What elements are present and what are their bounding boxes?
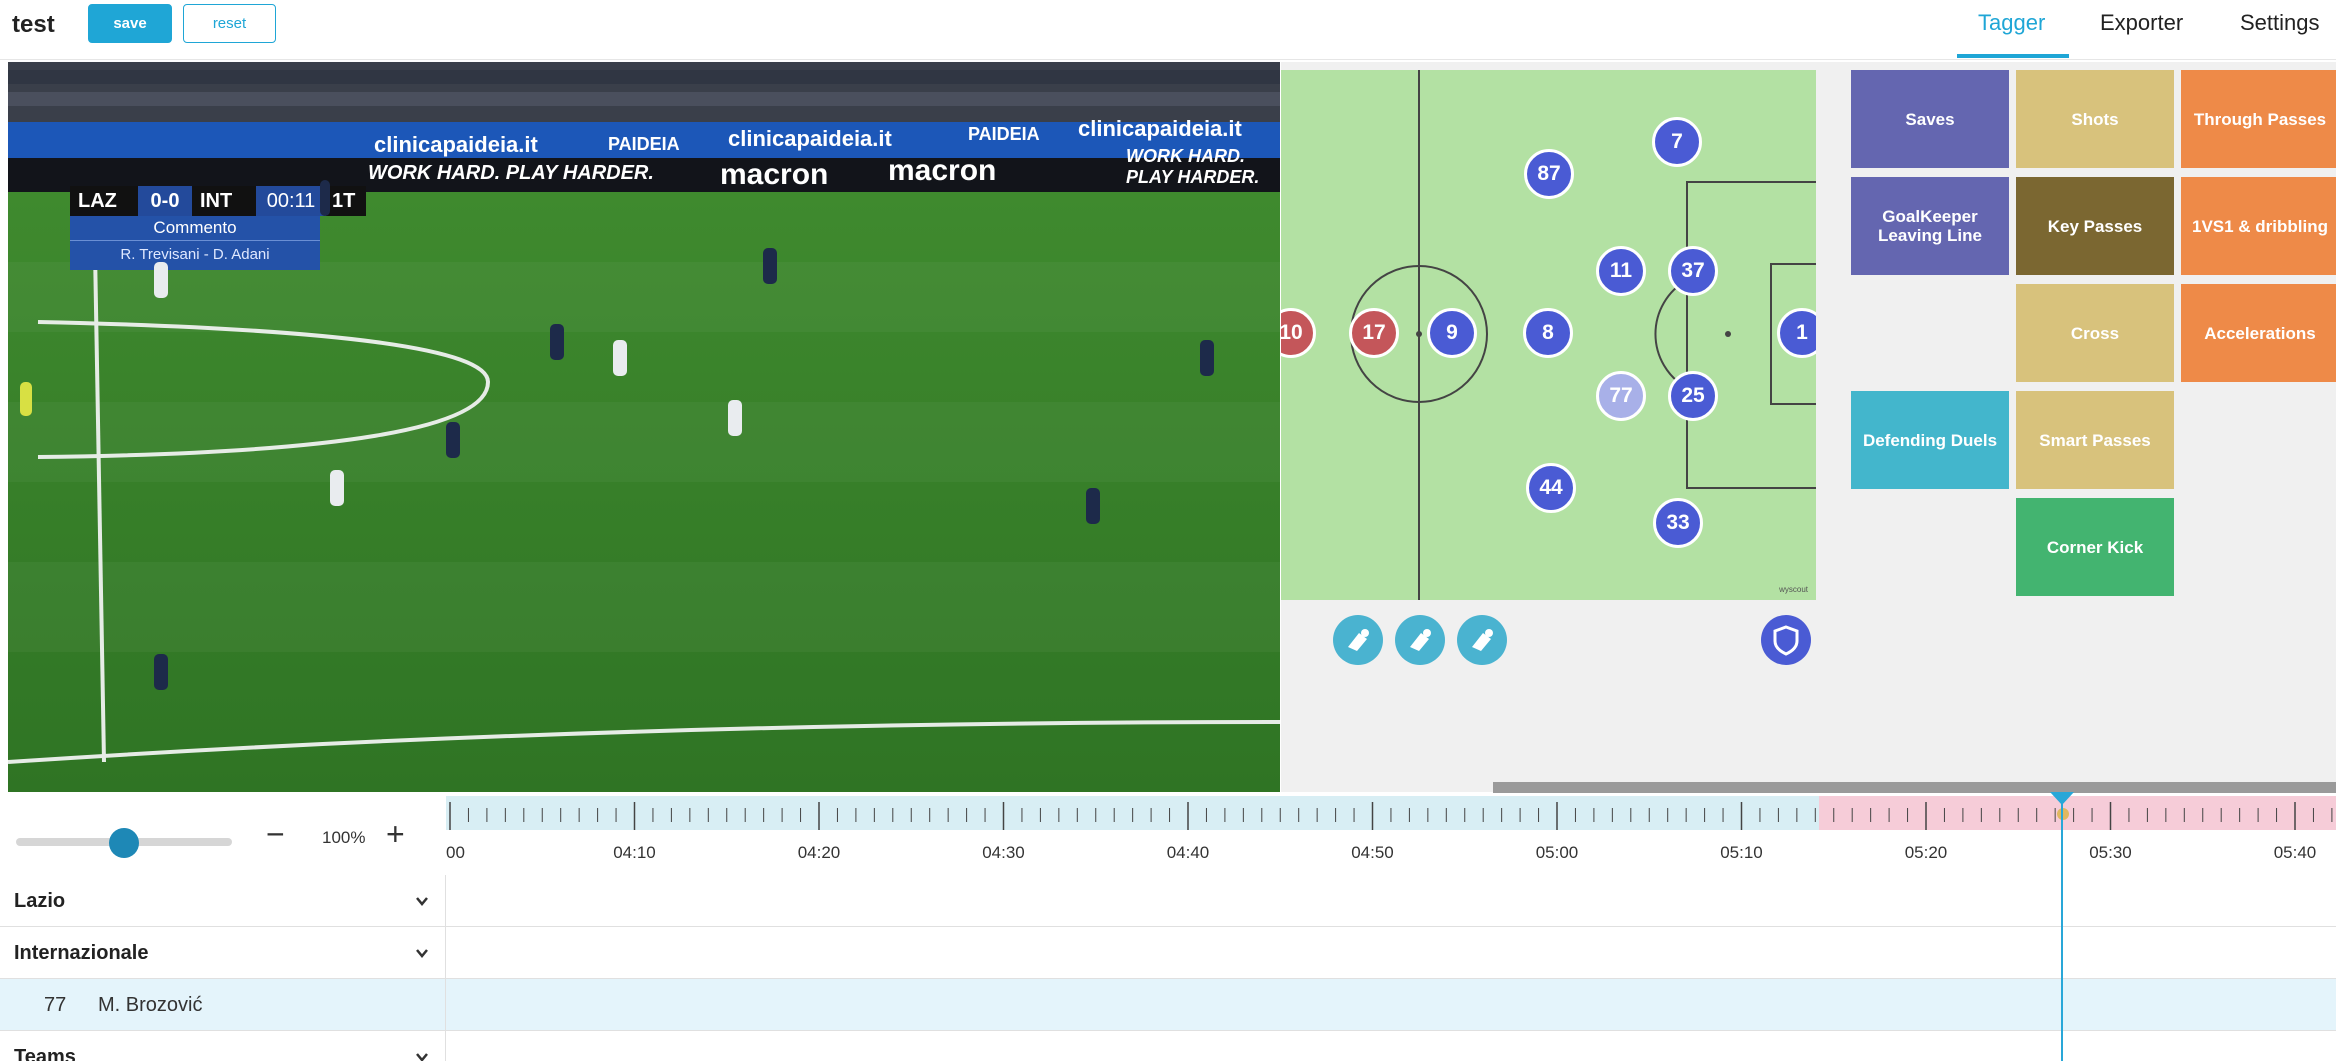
- whistle-icon[interactable]: [1333, 615, 1383, 665]
- chevron-down-icon[interactable]: [414, 945, 430, 961]
- player-marker[interactable]: 17: [1349, 308, 1399, 358]
- player-marker[interactable]: 8: [1523, 308, 1573, 358]
- reset-button[interactable]: reset: [183, 4, 276, 43]
- chevron-down-icon[interactable]: [414, 893, 430, 909]
- tab-exporter[interactable]: Exporter: [2100, 8, 2183, 38]
- track-label: Teams: [14, 1046, 76, 1061]
- tag-cross-button[interactable]: Cross: [2016, 284, 2174, 382]
- player-marker[interactable]: 87: [1524, 149, 1574, 199]
- tag-corner-kick-button[interactable]: Corner Kick: [2016, 498, 2174, 596]
- player-marker[interactable]: 37: [1668, 246, 1718, 296]
- timeline-label: 05:30: [2089, 843, 2132, 862]
- player-marker[interactable]: 9: [1427, 308, 1477, 358]
- zoom-level: 100%: [322, 828, 366, 847]
- tagger-app: test save reset Tagger Exporter Settings: [0, 0, 2336, 1061]
- player-marker[interactable]: 11: [1596, 246, 1646, 296]
- timeline-label: 05:00: [1536, 843, 1579, 862]
- timeline-label: 04:10: [613, 843, 656, 862]
- player-marker-selected[interactable]: 77: [1596, 371, 1646, 421]
- tag-accelerations-button[interactable]: Accelerations: [2181, 284, 2336, 382]
- player-marker[interactable]: 7: [1652, 117, 1702, 167]
- timeline-label: 05:10: [1720, 843, 1763, 862]
- zoom-controls: − 100% +: [0, 794, 446, 882]
- track-row-player[interactable]: 77 M. Brozović: [0, 979, 2336, 1031]
- timeline-label: 04:30: [982, 843, 1025, 862]
- tab-tagger[interactable]: Tagger: [1978, 8, 2045, 38]
- match-video[interactable]: LAZ 0-0 INT 00:11 1T Commento R. Trevisa…: [8, 62, 1280, 792]
- track-row-teams[interactable]: Teams: [0, 1031, 2336, 1061]
- timeline-label: 00: [446, 843, 465, 862]
- tag-smart-passes-button[interactable]: Smart Passes: [2016, 391, 2174, 489]
- whistle-icon[interactable]: [1395, 615, 1445, 665]
- players-on-video: [20, 180, 1214, 690]
- track-label: Lazio: [14, 890, 66, 912]
- shield-icon[interactable]: [1761, 615, 1811, 665]
- track-divider: [445, 875, 446, 1061]
- tag-goalkeeper-leaving-line-button[interactable]: GoalKeeper Leaving Line: [1851, 177, 2009, 275]
- player-marker[interactable]: 33: [1653, 498, 1703, 548]
- timeline-event-marker: [2057, 808, 2069, 820]
- timeline-label: 04:50: [1351, 843, 1394, 862]
- timeline-label: 05:40: [2274, 843, 2317, 862]
- tab-settings[interactable]: Settings: [2240, 8, 2320, 38]
- chevron-down-icon[interactable]: [414, 1049, 430, 1061]
- player-marker[interactable]: 25: [1668, 371, 1718, 421]
- track-row-internazionale[interactable]: Internazionale: [0, 927, 2336, 979]
- playhead-line[interactable]: [2061, 792, 2063, 1061]
- player-marker[interactable]: 44: [1526, 463, 1576, 513]
- active-tab-indicator: [1957, 54, 2069, 58]
- top-bar: test save reset Tagger Exporter Settings: [0, 0, 2336, 60]
- zoom-in-button[interactable]: +: [386, 814, 405, 854]
- timeline-label: 05:20: [1905, 843, 1948, 862]
- whistle-icon[interactable]: [1457, 615, 1507, 665]
- project-title: test: [12, 11, 55, 38]
- tag-saves-button[interactable]: Saves: [1851, 70, 2009, 168]
- player-name: M. Brozović: [98, 994, 203, 1016]
- save-button[interactable]: save: [88, 4, 172, 43]
- tagging-panel: 10 17 9 8 87 7 11 37 1 77 25 44 33 wysco…: [1281, 62, 2336, 792]
- tag-1vs1-dribbling-button[interactable]: 1VS1 & dribbling: [2181, 177, 2336, 275]
- track-list: Lazio Internazionale 77 M. Brozović Team…: [0, 875, 2336, 1061]
- tag-shots-button[interactable]: Shots: [2016, 70, 2174, 168]
- timeline-label: 04:20: [798, 843, 841, 862]
- track-label: Internazionale: [14, 942, 149, 964]
- tag-through-passes-button[interactable]: Through Passes: [2181, 70, 2336, 168]
- zoom-out-button[interactable]: −: [266, 814, 285, 854]
- tag-key-passes-button[interactable]: Key Passes: [2016, 177, 2174, 275]
- tag-defending-duels-button[interactable]: Defending Duels: [1851, 391, 2009, 489]
- pitch-map: 10 17 9 8 87 7 11 37 1 77 25 44 33 wysco…: [1281, 70, 1816, 600]
- brand-watermark: wyscout: [1779, 585, 1808, 594]
- track-row-lazio[interactable]: Lazio: [0, 875, 2336, 927]
- player-number: 77: [44, 994, 67, 1016]
- zoom-slider-thumb[interactable]: [109, 828, 139, 858]
- timeline-label: 04:40: [1167, 843, 1210, 862]
